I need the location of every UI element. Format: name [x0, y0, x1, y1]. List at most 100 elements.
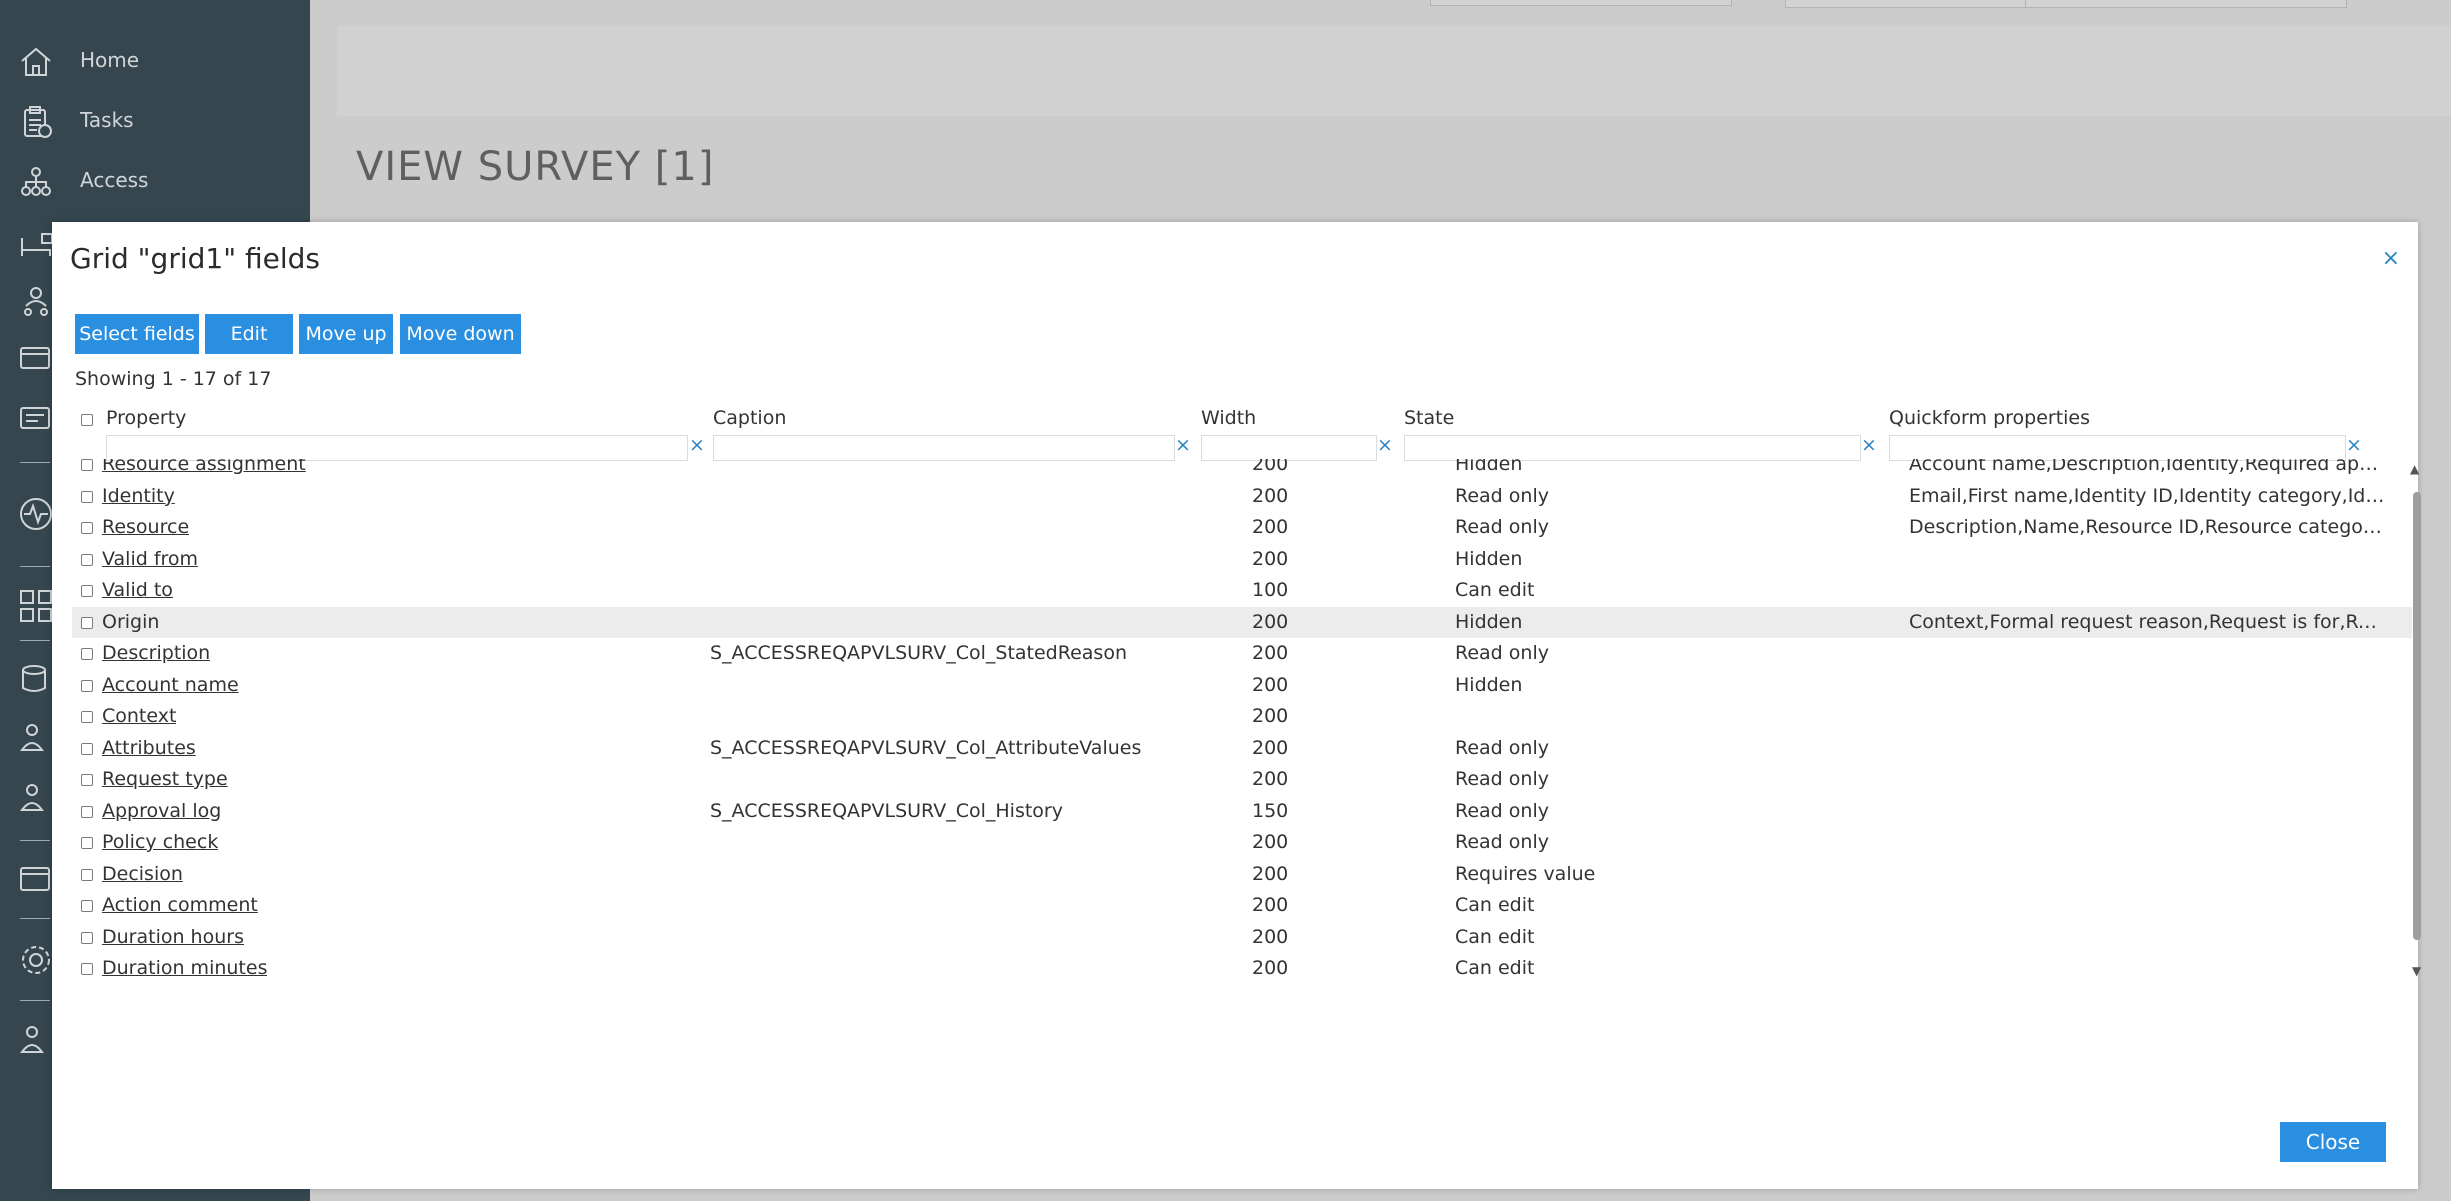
state-cell: Can edit — [1455, 579, 1535, 601]
column-header-width[interactable]: Width — [1201, 407, 1256, 429]
table-row[interactable]: Action comment 200 Can edit — [72, 890, 2412, 922]
width-cell: 200 — [1252, 862, 1289, 885]
row-checkbox[interactable] — [81, 868, 93, 881]
select-all-checkbox[interactable] — [81, 414, 93, 426]
state-filter-input[interactable] — [1404, 435, 1861, 461]
table-row[interactable]: Duration minutes 200 Can edit — [72, 953, 2412, 983]
column-header-property[interactable]: Property — [106, 407, 186, 429]
column-header-quickform[interactable]: Quickform properties — [1889, 407, 2090, 429]
row-checkbox[interactable] — [81, 805, 93, 818]
row-checkbox[interactable] — [81, 742, 93, 755]
quickform-cell: Account name,Description,Identity,Requir… — [1909, 459, 2387, 475]
edit-button[interactable]: Edit — [205, 314, 293, 354]
property-filter-input[interactable] — [106, 435, 688, 461]
property-cell[interactable]: Policy check — [102, 831, 218, 853]
table-row[interactable]: Identity 200 Read only Email,First name,Ide… — [72, 481, 2412, 513]
table-row[interactable]: Context 200 — [72, 701, 2412, 733]
clear-filter-icon[interactable]: × — [1861, 434, 1877, 456]
state-cell: Hidden — [1455, 673, 1523, 696]
caption-cell: S_ACCESSREQAPVLSURV_Col_AttributeValues — [710, 736, 1142, 759]
row-checkbox[interactable] — [81, 931, 93, 944]
clear-filter-icon[interactable]: × — [1175, 434, 1191, 456]
row-checkbox[interactable] — [81, 553, 93, 566]
row-checkbox[interactable] — [81, 522, 93, 534]
scroll-down-arrow-icon[interactable]: ▼ — [2412, 964, 2421, 978]
property-cell[interactable]: Attributes — [102, 737, 196, 759]
table-row[interactable]: Attributes S_ACCESSREQAPVLSURV_Col_Attrib… — [72, 733, 2412, 765]
column-header-caption[interactable]: Caption — [713, 407, 786, 429]
scroll-up-arrow-icon[interactable]: ▲ — [2410, 462, 2419, 476]
property-cell[interactable]: Approval log — [102, 800, 221, 822]
width-cell: 200 — [1252, 705, 1289, 727]
state-cell: Read only — [1455, 516, 1549, 538]
fields-grid[interactable]: Resource assignment 200 Hidden Account name… — [72, 459, 2430, 983]
table-row[interactable]: Policy check 200 Read only — [72, 827, 2412, 859]
table-row[interactable]: Valid to 100 Can edit — [72, 575, 2412, 607]
table-row[interactable]: Resource 200 Read only Description,Name,Res… — [72, 512, 2412, 544]
row-checkbox[interactable] — [81, 837, 93, 849]
property-cell[interactable]: Duration hours — [102, 926, 244, 948]
width-cell: 200 — [1252, 516, 1289, 538]
property-cell[interactable]: Request type — [102, 768, 228, 790]
state-cell: Requires value — [1455, 862, 1596, 885]
grid-scrollbar[interactable]: ▲ ▼ — [2410, 462, 2424, 982]
property-cell[interactable]: Context — [102, 705, 176, 727]
width-cell: 200 — [1252, 484, 1289, 507]
row-checkbox[interactable] — [81, 900, 93, 912]
close-icon[interactable]: × — [2382, 246, 2400, 271]
row-checkbox[interactable] — [81, 490, 93, 503]
table-row[interactable]: Request type 200 Read only — [72, 764, 2412, 796]
width-cell: 200 — [1252, 610, 1289, 633]
row-checkbox[interactable] — [81, 963, 93, 975]
width-filter-input[interactable] — [1201, 435, 1377, 461]
state-cell: Read only — [1455, 831, 1549, 853]
row-checkbox[interactable] — [81, 774, 93, 786]
clear-filter-icon[interactable]: × — [689, 434, 705, 456]
table-row[interactable]: Duration hours 200 Can edit — [72, 922, 2412, 954]
row-checkbox[interactable] — [81, 585, 93, 597]
row-checkbox[interactable] — [81, 459, 93, 471]
property-cell[interactable]: Resource — [102, 516, 189, 538]
width-cell: 200 — [1252, 547, 1289, 570]
move-up-button[interactable]: Move up — [299, 314, 393, 354]
width-cell: 200 — [1252, 957, 1289, 979]
row-checkbox[interactable] — [81, 648, 93, 660]
state-cell: Hidden — [1455, 459, 1523, 475]
width-cell: 200 — [1252, 894, 1289, 916]
width-cell: 200 — [1252, 459, 1289, 475]
table-row[interactable]: Resource assignment 200 Hidden Account name… — [72, 459, 2412, 481]
property-cell: Origin — [102, 610, 160, 633]
property-cell[interactable]: Decision — [102, 863, 183, 885]
width-cell: 200 — [1252, 831, 1289, 853]
close-button[interactable]: Close — [2280, 1122, 2386, 1162]
table-row[interactable]: Origin 200 Hidden Context,Formal request re… — [72, 606, 2412, 638]
property-cell[interactable]: Identity — [102, 485, 175, 507]
state-cell: Can edit — [1455, 894, 1535, 916]
property-cell[interactable]: Duration minutes — [102, 957, 267, 979]
dialog-title: Grid "grid1" fields — [70, 242, 320, 275]
row-checkbox[interactable] — [81, 711, 93, 723]
property-cell[interactable]: Valid from — [102, 548, 198, 570]
move-down-button[interactable]: Move down — [400, 314, 521, 354]
row-checkbox[interactable] — [81, 616, 93, 629]
select-fields-button[interactable]: Select fields — [75, 314, 199, 354]
quickform-filter-input[interactable] — [1889, 435, 2346, 461]
table-row[interactable]: Description S_ACCESSREQAPVLSURV_Col_State… — [72, 638, 2412, 670]
table-row[interactable]: Account name 200 Hidden — [72, 670, 2412, 702]
property-cell[interactable]: Description — [102, 642, 210, 664]
clear-filter-icon[interactable]: × — [1377, 434, 1393, 456]
table-row[interactable]: Decision 200 Requires value — [72, 859, 2412, 891]
width-cell: 200 — [1252, 768, 1289, 790]
property-cell[interactable]: Account name — [102, 674, 239, 696]
column-header-state[interactable]: State — [1404, 407, 1454, 429]
caption-filter-input[interactable] — [713, 435, 1175, 461]
scrollbar-thumb[interactable] — [2413, 492, 2421, 940]
property-cell[interactable]: Valid to — [102, 579, 173, 601]
table-row[interactable]: Valid from 200 Hidden — [72, 544, 2412, 576]
clear-filter-icon[interactable]: × — [2346, 434, 2362, 456]
property-cell[interactable]: Resource assignment — [102, 459, 306, 475]
table-row[interactable]: Approval log S_ACCESSREQAPVLSURV_Col_Hist… — [72, 796, 2412, 828]
row-checkbox[interactable] — [81, 679, 93, 692]
property-cell[interactable]: Action comment — [102, 894, 258, 916]
width-cell: 200 — [1252, 673, 1289, 696]
